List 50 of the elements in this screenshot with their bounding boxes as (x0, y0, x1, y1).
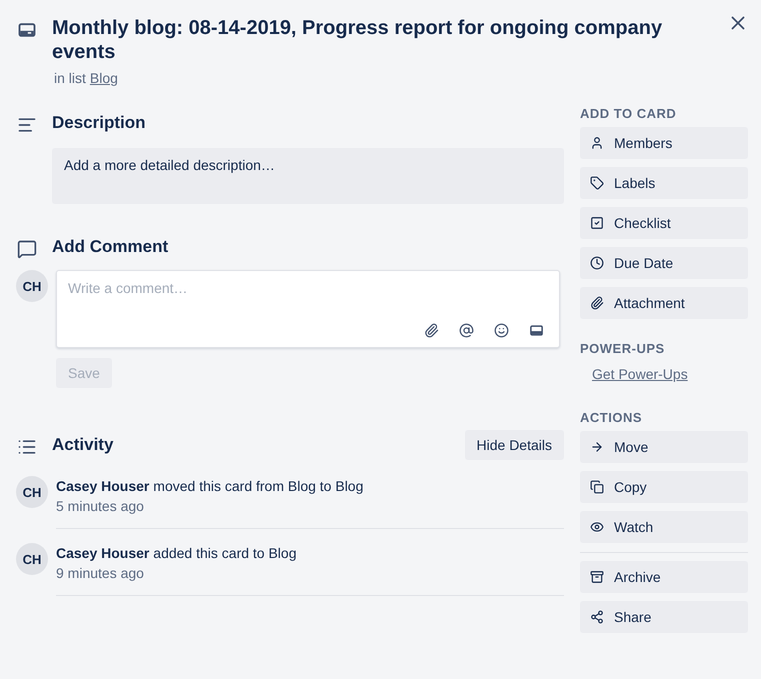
comment-field[interactable]: Write a comment… (56, 270, 560, 348)
power-ups-link[interactable]: Get Power-Ups (592, 366, 688, 382)
at-sign-icon (459, 323, 474, 338)
activity-time: 9 minutes ago (56, 564, 145, 583)
comment-input[interactable]: Write a comment… (68, 280, 548, 296)
activity-time: 5 minutes ago (56, 497, 145, 516)
clock-icon (590, 256, 604, 270)
hide-details-button[interactable]: Hide Details (464, 430, 564, 460)
smiley-icon (494, 323, 509, 338)
paperclip-icon (590, 296, 604, 310)
eye-icon (590, 520, 604, 534)
activity-text: Casey Houser added this card to Blog (56, 544, 298, 563)
sidebar-button[interactable]: Due Date (580, 247, 748, 279)
section-heading: Activity (52, 435, 114, 455)
add-card-button[interactable] (529, 323, 544, 338)
card-title: Monthly blog: 08-14-2019, Progress report for ongoing company events (52, 16, 664, 64)
section-heading: Description (52, 113, 146, 133)
activity-text: Casey Houser moved this card from Blog to Blog (56, 477, 364, 496)
description-field[interactable]: Add a more detailed description… (52, 148, 564, 204)
comment-icon (17, 239, 37, 259)
copy-icon (590, 480, 604, 494)
mention-button[interactable] (459, 323, 474, 338)
list-label: in list (54, 70, 86, 86)
archive-box-icon (590, 570, 604, 584)
section-heading: Add Comment (52, 237, 168, 257)
user-avatar: CH (16, 476, 48, 508)
sidebar-button[interactable]: Watch (580, 511, 748, 543)
sidebar-button[interactable]: Move (580, 431, 748, 463)
sidebar-button[interactable]: Copy (580, 471, 748, 503)
sidebar-button[interactable]: Attachment (580, 287, 748, 319)
sidebar-heading: ACTIONS (580, 410, 643, 425)
list-link[interactable]: Blog (90, 70, 118, 86)
sidebar-button[interactable]: Archive (580, 561, 748, 593)
sidebar-heading: ADD TO CARD (580, 106, 678, 121)
share-icon (590, 610, 604, 624)
sidebar-heading: POWER-UPS (580, 341, 666, 356)
attach-button[interactable] (424, 323, 439, 338)
card-icon (529, 323, 544, 338)
paperclip-icon (424, 323, 439, 338)
tag-icon (590, 176, 604, 190)
user-avatar: CH (16, 543, 48, 575)
sidebar-button[interactable]: Checklist (580, 207, 748, 239)
sidebar-button[interactable]: Labels (580, 167, 748, 199)
checkbox-icon (590, 216, 604, 230)
user-avatar: CH (16, 270, 48, 302)
sidebar-button[interactable]: Share (580, 601, 748, 633)
arrow-right-icon (590, 440, 604, 454)
sidebar-button[interactable]: Members (580, 127, 748, 159)
emoji-button[interactable] (494, 323, 509, 338)
user-icon (590, 136, 604, 150)
